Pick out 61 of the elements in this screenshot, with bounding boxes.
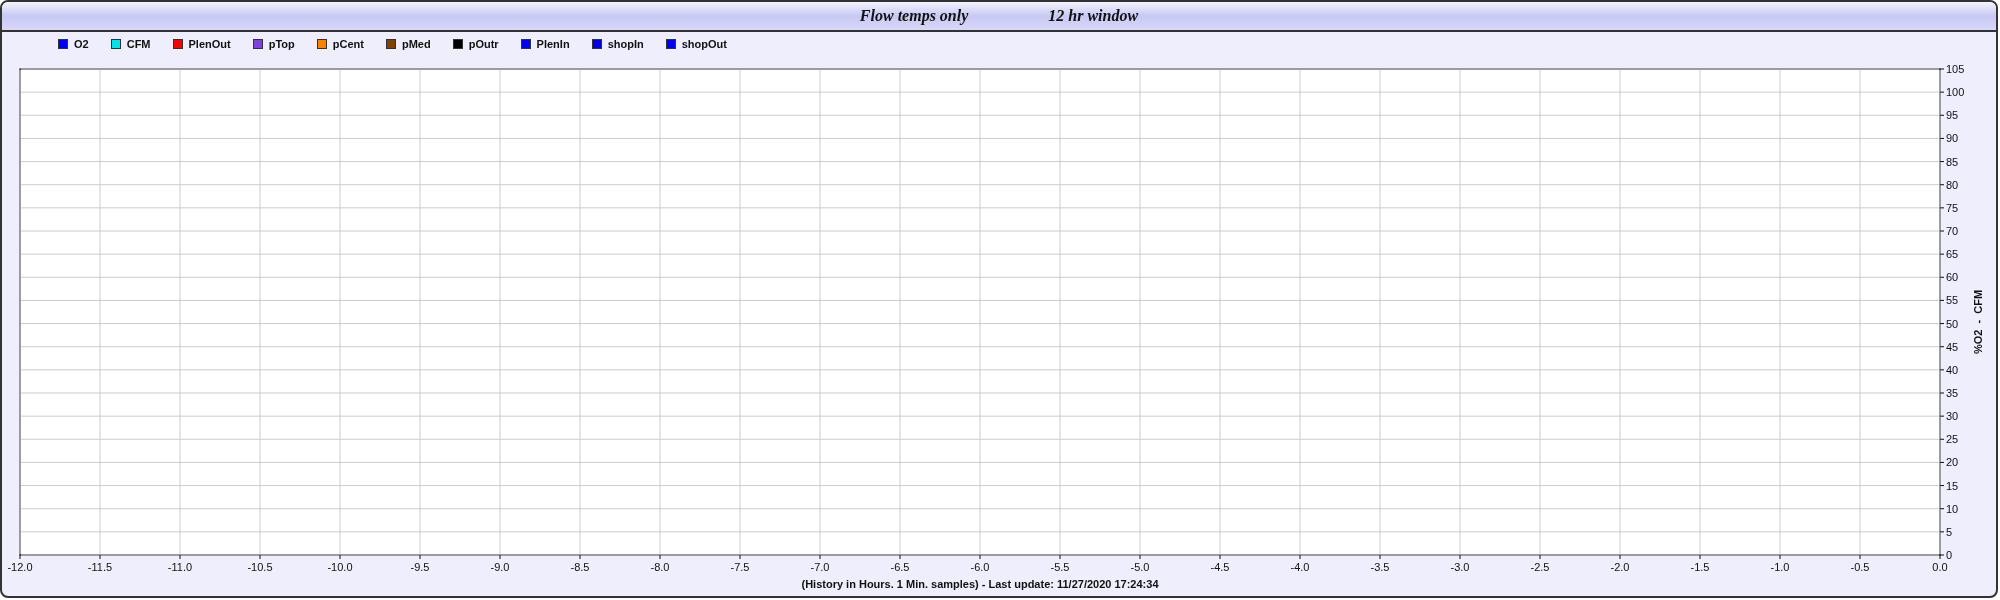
legend-label: pOutr xyxy=(468,38,499,50)
x-tick-label: -4.5 xyxy=(1210,561,1230,573)
y-tick-label: 15 xyxy=(1946,479,1959,492)
x-tick-label: -7.0 xyxy=(810,561,830,573)
y-tick-label: 80 xyxy=(1946,178,1959,191)
x-tick-label: -8.0 xyxy=(650,561,670,573)
x-axis-label: (History in Hours. 1 Min. samples) - Last update: 11/27/2020 17:24:34 xyxy=(801,578,1159,590)
y-axis-label: %O2 - CFM xyxy=(1972,289,1984,355)
legend-label: CFM xyxy=(126,38,151,50)
y-tick-label: 100 xyxy=(1946,86,1965,99)
x-tick-label: -11.0 xyxy=(167,561,193,573)
x-tick-label: -3.5 xyxy=(1370,561,1390,573)
y-tick-label: 60 xyxy=(1946,271,1959,284)
x-tick-label: 0.0 xyxy=(1932,561,1948,573)
x-tick-label: -0.5 xyxy=(1850,561,1870,573)
y-tick-label: 10 xyxy=(1946,502,1959,515)
window-title: 12 hr window xyxy=(1048,7,1139,25)
x-tick-label: -5.0 xyxy=(1130,561,1150,573)
legend-label: PlenIn xyxy=(536,38,570,50)
legend-label: pCent xyxy=(332,38,364,50)
x-tick-label: -7.5 xyxy=(730,561,750,573)
x-tick-label: -3.0 xyxy=(1450,561,1470,573)
window-title: Flow temps only xyxy=(859,7,969,25)
legend-label: shopIn xyxy=(607,38,644,50)
y-tick-label: 5 xyxy=(1946,525,1953,538)
x-tick-label: -9.0 xyxy=(490,561,510,573)
x-tick-label: -6.0 xyxy=(970,561,990,573)
y-tick-label: 50 xyxy=(1946,317,1959,330)
y-tick-label: 0 xyxy=(1946,549,1953,561)
x-tick-label: -1.5 xyxy=(1690,561,1710,573)
y-tick-label: 30 xyxy=(1946,410,1959,423)
y-tick-label: 65 xyxy=(1946,248,1959,261)
x-tick-label: -8.5 xyxy=(570,561,590,573)
y-tick-label: 55 xyxy=(1946,294,1959,307)
x-tick-label: -2.0 xyxy=(1610,561,1630,573)
y-tick-label: 105 xyxy=(1946,63,1965,75)
legend-label: pMed xyxy=(401,38,431,50)
x-tick-label: -6.5 xyxy=(890,561,910,573)
y-tick-label: 75 xyxy=(1946,201,1959,214)
x-tick-label: -10.0 xyxy=(327,561,353,573)
y-tick-label: 85 xyxy=(1946,155,1959,168)
legend-label: O2 xyxy=(74,38,89,50)
legend-label: shopOut xyxy=(681,38,727,50)
x-tick-label: -9.5 xyxy=(410,561,430,573)
y-tick-label: 20 xyxy=(1946,456,1959,469)
x-tick-label: -1.0 xyxy=(1770,561,1790,573)
x-tick-label: -4.0 xyxy=(1290,561,1310,573)
x-tick-label: -12.0 xyxy=(7,561,33,573)
y-tick-label: 70 xyxy=(1946,225,1959,237)
y-tick-label: 95 xyxy=(1946,109,1959,122)
y-tick-label: 25 xyxy=(1946,433,1959,446)
y-tick-label: 35 xyxy=(1946,387,1959,399)
legend-label: pTop xyxy=(268,38,295,50)
x-tick-label: -5.5 xyxy=(1050,561,1070,573)
y-tick-label: 90 xyxy=(1946,132,1959,145)
y-tick-label: 40 xyxy=(1946,363,1959,376)
x-tick-label: -10.5 xyxy=(247,561,273,573)
legend-label: PlenOut xyxy=(188,38,231,50)
x-tick-label: -11.5 xyxy=(87,561,113,573)
y-tick-label: 45 xyxy=(1946,340,1959,353)
x-tick-label: -2.5 xyxy=(1530,561,1550,573)
